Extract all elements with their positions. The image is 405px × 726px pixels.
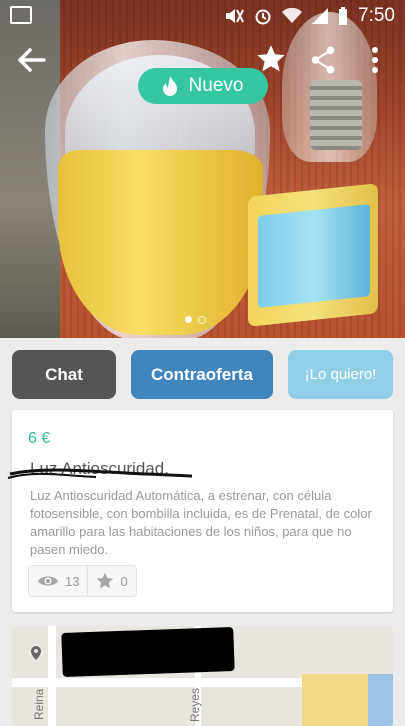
views-count: 13	[65, 573, 80, 589]
item-stats: 13 0	[28, 565, 137, 597]
flame-icon	[162, 76, 177, 96]
favorites-count: 0	[120, 573, 128, 589]
pager-dot[interactable]	[198, 316, 206, 324]
street-label: Reina	[32, 688, 46, 720]
back-arrow-icon[interactable]	[16, 44, 48, 76]
gmail-notification-icon	[10, 6, 32, 24]
favorites-stat: 0	[87, 566, 135, 596]
views-stat: 13	[29, 566, 87, 596]
mute-icon	[226, 9, 244, 23]
alarm-icon	[255, 9, 271, 25]
item-details-card: 6 € Luz Antioscuridad. Luz Antioscuridad…	[7, 410, 393, 612]
star-icon	[97, 572, 114, 589]
photo-pager	[185, 316, 206, 324]
new-badge: Nuevo	[138, 68, 268, 104]
item-price: 6 €	[28, 430, 51, 447]
new-badge-label: Nuevo	[188, 75, 244, 96]
photo-plug-light	[258, 204, 370, 308]
eye-icon	[38, 576, 58, 586]
status-icons: 7:50	[224, 5, 395, 27]
map-road	[48, 626, 56, 726]
street-label: Reyes	[188, 687, 202, 722]
pager-dot-active[interactable]	[185, 316, 192, 323]
status-time: 7:50	[358, 5, 395, 26]
favorite-star-icon[interactable]	[256, 44, 286, 74]
battery-icon	[339, 7, 348, 25]
photo-lamp-base	[58, 150, 263, 335]
item-description: Luz Antioscuridad Automática, a estrenar…	[30, 488, 372, 557]
wifi-icon	[282, 8, 303, 23]
more-options-icon[interactable]	[366, 44, 384, 76]
counteroffer-button[interactable]: Contraoferta	[131, 350, 273, 399]
location-map[interactable]: Reina Reyes	[12, 626, 393, 726]
chat-button[interactable]: Chat	[12, 350, 116, 399]
want-button[interactable]: ¡Lo quiero!	[288, 350, 393, 399]
photo-bulb-socket	[310, 80, 362, 150]
status-bar: 7:50	[0, 0, 405, 32]
product-photo[interactable]	[0, 0, 405, 338]
signal-icon	[312, 8, 329, 24]
redaction-mark	[61, 627, 235, 677]
share-icon[interactable]	[310, 46, 336, 74]
map-water	[368, 674, 393, 726]
location-pin-icon	[31, 646, 41, 660]
